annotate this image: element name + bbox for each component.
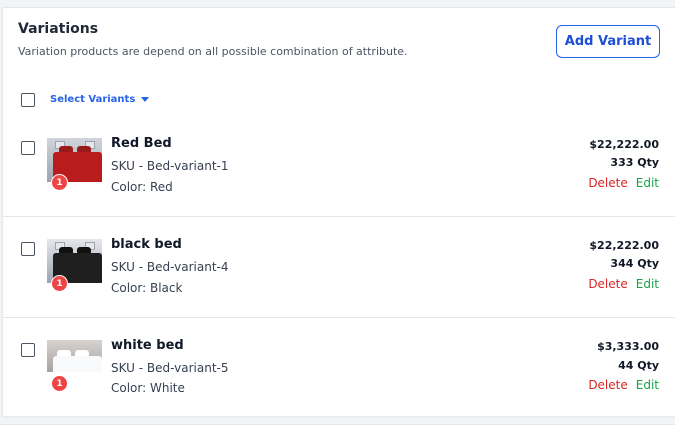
page-subtitle: Variation products are depend on all pos…: [18, 45, 408, 58]
variant-name: Red Bed: [111, 136, 172, 151]
caret-down-icon: [141, 97, 150, 102]
variant-name: black bed: [111, 237, 182, 252]
edit-link[interactable]: Edit: [636, 277, 659, 291]
variations-card: Variations Variation products are depend…: [2, 7, 675, 416]
variant-sku: SKU - Bed-variant-4: [111, 260, 229, 274]
edit-link[interactable]: Edit: [636, 378, 659, 392]
count-badge: 1: [51, 375, 68, 392]
variant-qty: 344 Qty: [610, 257, 659, 270]
delete-link[interactable]: Delete: [588, 277, 627, 291]
variant-color: Color: White: [111, 381, 185, 395]
variant-checkbox[interactable]: [21, 141, 35, 155]
variant-qty: 333 Qty: [610, 156, 659, 169]
variant-sku: SKU - Bed-variant-1: [111, 159, 229, 173]
variant-thumbnail: [47, 340, 102, 372]
count-badge: 1: [51, 174, 68, 191]
variant-color: Color: Red: [111, 180, 173, 194]
variant-checkbox[interactable]: [21, 242, 35, 256]
select-all-checkbox[interactable]: [21, 93, 35, 107]
delete-link[interactable]: Delete: [588, 378, 627, 392]
select-variants-dropdown[interactable]: Select Variants: [50, 94, 150, 105]
variant-price: $22,222.00: [589, 138, 659, 151]
select-variants-label: Select Variants: [50, 94, 136, 105]
row-divider: [3, 317, 675, 318]
variant-sku: SKU - Bed-variant-5: [111, 361, 229, 375]
variant-qty: 44 Qty: [618, 359, 659, 372]
variant-price: $3,333.00: [597, 340, 659, 353]
variant-color: Color: Black: [111, 281, 183, 295]
edit-link[interactable]: Edit: [636, 176, 659, 190]
variant-checkbox[interactable]: [21, 343, 35, 357]
add-variant-button[interactable]: Add Variant: [556, 25, 660, 58]
row-divider: [3, 216, 675, 217]
page-title: Variations: [18, 21, 99, 37]
variant-name: white bed: [111, 338, 184, 353]
count-badge: 1: [51, 275, 68, 292]
delete-link[interactable]: Delete: [588, 176, 627, 190]
variant-price: $22,222.00: [589, 239, 659, 252]
